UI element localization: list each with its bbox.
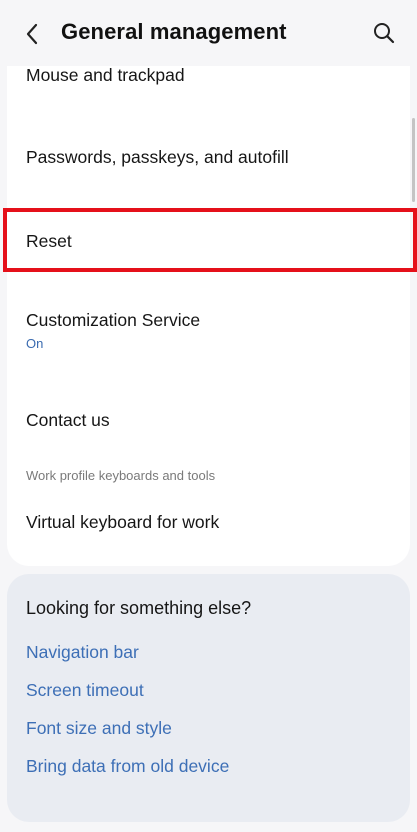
chevron-left-icon (26, 23, 38, 45)
page-title: General management (61, 19, 287, 44)
scrollbar[interactable] (412, 118, 415, 202)
settings-item-label: Customization Service (26, 310, 201, 330)
screen: General management Mouse and trackpad Pa… (0, 0, 417, 832)
settings-item-passwords-passkeys-autofill[interactable]: Passwords, passkeys, and autofill (7, 120, 410, 196)
suggestions-card: Looking for something else? Navigation b… (7, 574, 410, 822)
search-button[interactable] (369, 18, 399, 48)
app-bar: General management (0, 0, 417, 66)
suggestion-link-navigation-bar[interactable]: Navigation bar (26, 642, 139, 663)
suggestion-link-bring-data-from-old-device[interactable]: Bring data from old device (26, 756, 229, 777)
back-button[interactable] (14, 16, 50, 52)
settings-item-label: Passwords, passkeys, and autofill (26, 147, 289, 167)
suggestion-link-screen-timeout[interactable]: Screen timeout (26, 680, 144, 701)
settings-item-label: Contact us (26, 410, 110, 430)
settings-item-contact-us[interactable]: Contact us (7, 384, 410, 456)
settings-item-reset[interactable]: Reset (7, 204, 410, 276)
settings-item-label: Virtual keyboard for work (26, 512, 220, 532)
suggestion-link-font-size-and-style[interactable]: Font size and style (26, 718, 172, 739)
suggestions-title: Looking for something else? (26, 598, 252, 618)
settings-item-label: Mouse and trackpad (26, 65, 185, 85)
settings-item-label: Reset (26, 231, 72, 251)
search-icon (374, 23, 395, 44)
settings-item-customization-service[interactable]: Customization Service On (7, 284, 410, 370)
settings-item-virtual-keyboard-for-work[interactable]: Virtual keyboard for work (7, 488, 410, 558)
customization-service-status: On (26, 336, 44, 351)
section-header: Work profile keyboards and tools (26, 468, 216, 483)
